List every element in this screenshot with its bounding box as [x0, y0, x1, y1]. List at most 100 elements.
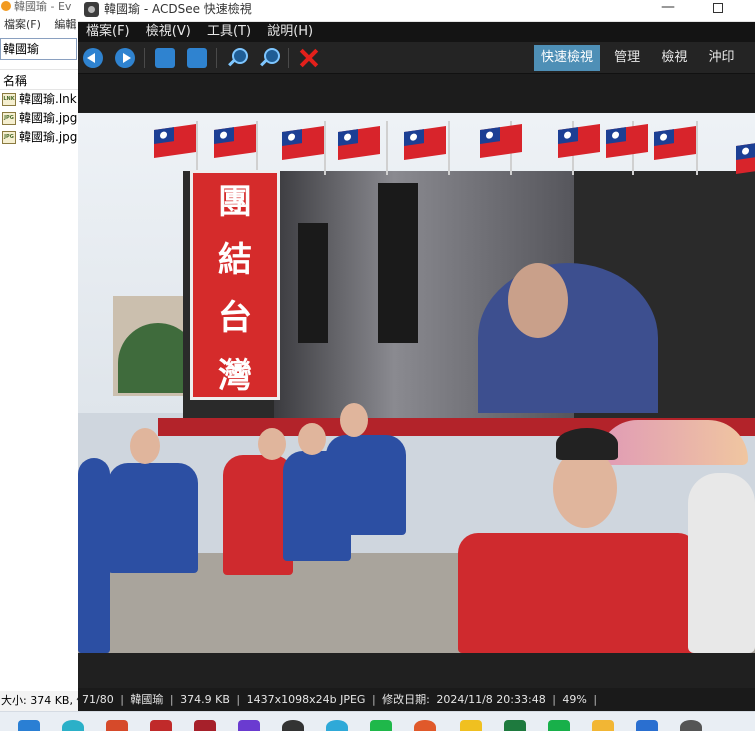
app-icon[interactable]: [194, 720, 216, 731]
app-icon[interactable]: [636, 720, 658, 731]
maximize-icon: [713, 3, 723, 13]
acdsee-title: 韓國瑜 - ACDSee 快速檢視: [104, 2, 252, 16]
photo-person: [326, 435, 406, 535]
rotate-left-button[interactable]: [153, 46, 177, 70]
file-row[interactable]: JPG 韓國瑜.jpg: [0, 128, 79, 147]
menu-view[interactable]: 檢視(V): [146, 24, 191, 39]
app-icon[interactable]: [460, 720, 482, 731]
menu-help[interactable]: 說明(H): [267, 24, 313, 39]
status-zoom[interactable]: 49%: [562, 693, 586, 706]
explorer-menu-edit[interactable]: 編輯: [54, 18, 76, 31]
status-separator: |: [371, 693, 376, 706]
file-row[interactable]: JPG 韓國瑜.jpg: [0, 109, 79, 128]
flag-pole: [696, 121, 698, 175]
photo-face: [298, 423, 326, 455]
zoom-out-button[interactable]: [257, 46, 281, 70]
flag: [214, 124, 256, 158]
maximize-button[interactable]: [698, 0, 738, 18]
status-separator: |: [593, 693, 598, 706]
app-icon[interactable]: [106, 720, 128, 731]
explorer-status-bar: 大小: 374 KB, 修: [0, 691, 80, 711]
flag: [154, 124, 196, 158]
rotate-right-button[interactable]: [185, 46, 209, 70]
file-name: 韓國瑜.jpg: [19, 130, 78, 144]
zoom-in-button[interactable]: [225, 46, 249, 70]
acdsee-menu-bar: 檔案(F) 檢視(V) 工具(T) 說明(H): [78, 22, 755, 42]
file-row[interactable]: LNK 韓國瑜.lnk: [0, 90, 79, 109]
flag: [282, 126, 324, 160]
explorer-title-bar[interactable]: 韓國瑜 - Ev: [0, 0, 79, 16]
status-modified-label: 修改日期:: [382, 693, 430, 706]
previous-button[interactable]: [81, 46, 105, 70]
photo-face: [130, 428, 160, 464]
banner-char: 結: [218, 240, 252, 280]
toolbar-separator: [144, 48, 145, 68]
app-icon[interactable]: [150, 720, 172, 731]
minimize-button[interactable]: —: [648, 0, 688, 18]
delete-button[interactable]: [297, 46, 321, 70]
status-separator: |: [120, 693, 124, 706]
tab-quick-view[interactable]: 快速檢視: [534, 45, 601, 71]
flag: [606, 124, 648, 158]
acdsee-window: 韓國瑜 - ACDSee 快速檢視 — 檔案(F) 檢視(V) 工具(T) 說明…: [78, 0, 755, 711]
delete-icon: [298, 47, 320, 69]
banner-char: 團: [218, 182, 252, 222]
file-name: 韓國瑜.jpg: [19, 111, 78, 125]
acdsee-title-bar[interactable]: 韓國瑜 - ACDSee 快速檢視 —: [78, 0, 755, 22]
status-separator: |: [236, 693, 241, 706]
next-icon: [115, 48, 135, 68]
explorer-column-name[interactable]: 名稱: [0, 70, 79, 90]
zoom-out-icon: [259, 48, 280, 68]
flag-pole: [196, 121, 198, 175]
start-icon[interactable]: [18, 720, 40, 731]
tab-view[interactable]: 檢視: [654, 45, 694, 71]
app-icon[interactable]: [680, 720, 702, 731]
photo-person: [688, 473, 755, 653]
flag: [654, 126, 696, 160]
rotate-right-icon: [187, 48, 207, 68]
banner-char: 灣: [218, 356, 252, 396]
search-icon[interactable]: [62, 720, 84, 731]
explorer-menu-file[interactable]: 檔案(F): [4, 18, 41, 31]
app-icon[interactable]: [414, 720, 436, 731]
photo-screen-text: [378, 183, 418, 343]
menu-file[interactable]: 檔案(F): [86, 24, 130, 39]
status-filesize: 374.9 KB: [180, 693, 230, 706]
file-name: 韓國瑜.lnk: [19, 92, 77, 106]
app-icon[interactable]: [282, 720, 304, 731]
status-separator: |: [169, 693, 174, 706]
explorer-address-bar[interactable]: 韓國瑜: [0, 38, 77, 60]
photo-viewer[interactable]: 團 結 台 灣: [78, 113, 755, 653]
status-filename: 韓國瑜: [130, 693, 164, 706]
jpg-file-icon: JPG: [2, 131, 16, 144]
acdsee-logo-icon: [84, 2, 99, 17]
tab-print[interactable]: 沖印: [701, 45, 741, 71]
flag: [338, 126, 380, 160]
edge-icon[interactable]: [326, 720, 348, 731]
viewer-top-band: [78, 74, 755, 112]
screen: 韓國瑜 - Ev 檔案(F) 編輯 韓國瑜 名稱 LNK 韓國瑜.lnk JPG…: [0, 0, 755, 731]
excel-icon[interactable]: [504, 720, 526, 731]
flag: [558, 124, 600, 158]
flag: [736, 140, 755, 174]
folder-icon[interactable]: [592, 720, 614, 731]
rotate-left-icon: [155, 48, 175, 68]
photo-face: [340, 403, 368, 437]
status-separator: |: [552, 693, 556, 706]
next-button[interactable]: [113, 46, 137, 70]
flag: [480, 124, 522, 158]
flag-pole: [256, 121, 258, 175]
photo-umbrella: [598, 420, 748, 465]
menu-tools[interactable]: 工具(T): [207, 24, 251, 39]
app-icon[interactable]: [238, 720, 260, 731]
photo-cap: [556, 428, 618, 460]
tab-manage[interactable]: 管理: [607, 45, 647, 71]
lnk-file-icon: LNK: [2, 93, 16, 106]
acdsee-toolbar: 快速檢視 管理 檢視 沖印 編: [78, 42, 755, 74]
explorer-menu-bar: 檔案(F) 編輯: [0, 16, 79, 34]
tab-edit[interactable]: 編: [749, 45, 755, 71]
line-icon[interactable]: [370, 720, 392, 731]
app-icon[interactable]: [548, 720, 570, 731]
flag-pole: [324, 121, 326, 175]
banner-char: 台: [218, 298, 252, 338]
